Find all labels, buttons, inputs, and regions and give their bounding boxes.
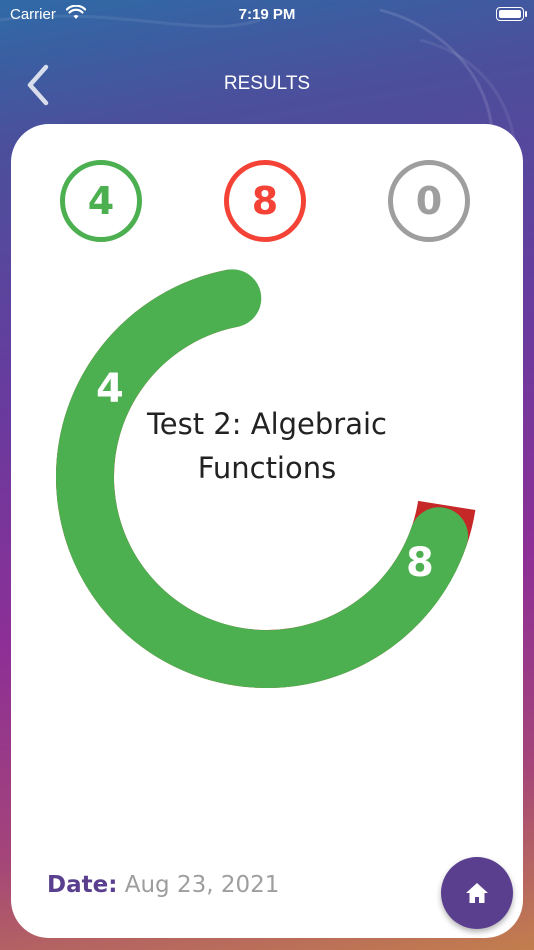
page-title: RESULTS [223, 73, 311, 94]
test-title: Test 2: Algebraic Functions [146, 407, 387, 485]
home-button[interactable] [441, 857, 513, 929]
correct-count: 4 [60, 160, 142, 242]
date-row: Date: Aug 23, 2021 [47, 872, 279, 898]
date-value: Aug 23, 2021 [124, 872, 280, 898]
home-icon [466, 883, 488, 903]
battery-icon [496, 7, 527, 21]
skipped-count: 0 [388, 160, 470, 242]
clock: 7:19 PM [238, 6, 296, 23]
donut-label-wrong: 8 [406, 540, 434, 586]
nav-bar: RESULTS [0, 55, 534, 115]
date-label: Date: [47, 872, 118, 898]
wrong-count: 8 [224, 160, 306, 242]
status-bar: Carrier 7:19 PM [0, 0, 534, 30]
